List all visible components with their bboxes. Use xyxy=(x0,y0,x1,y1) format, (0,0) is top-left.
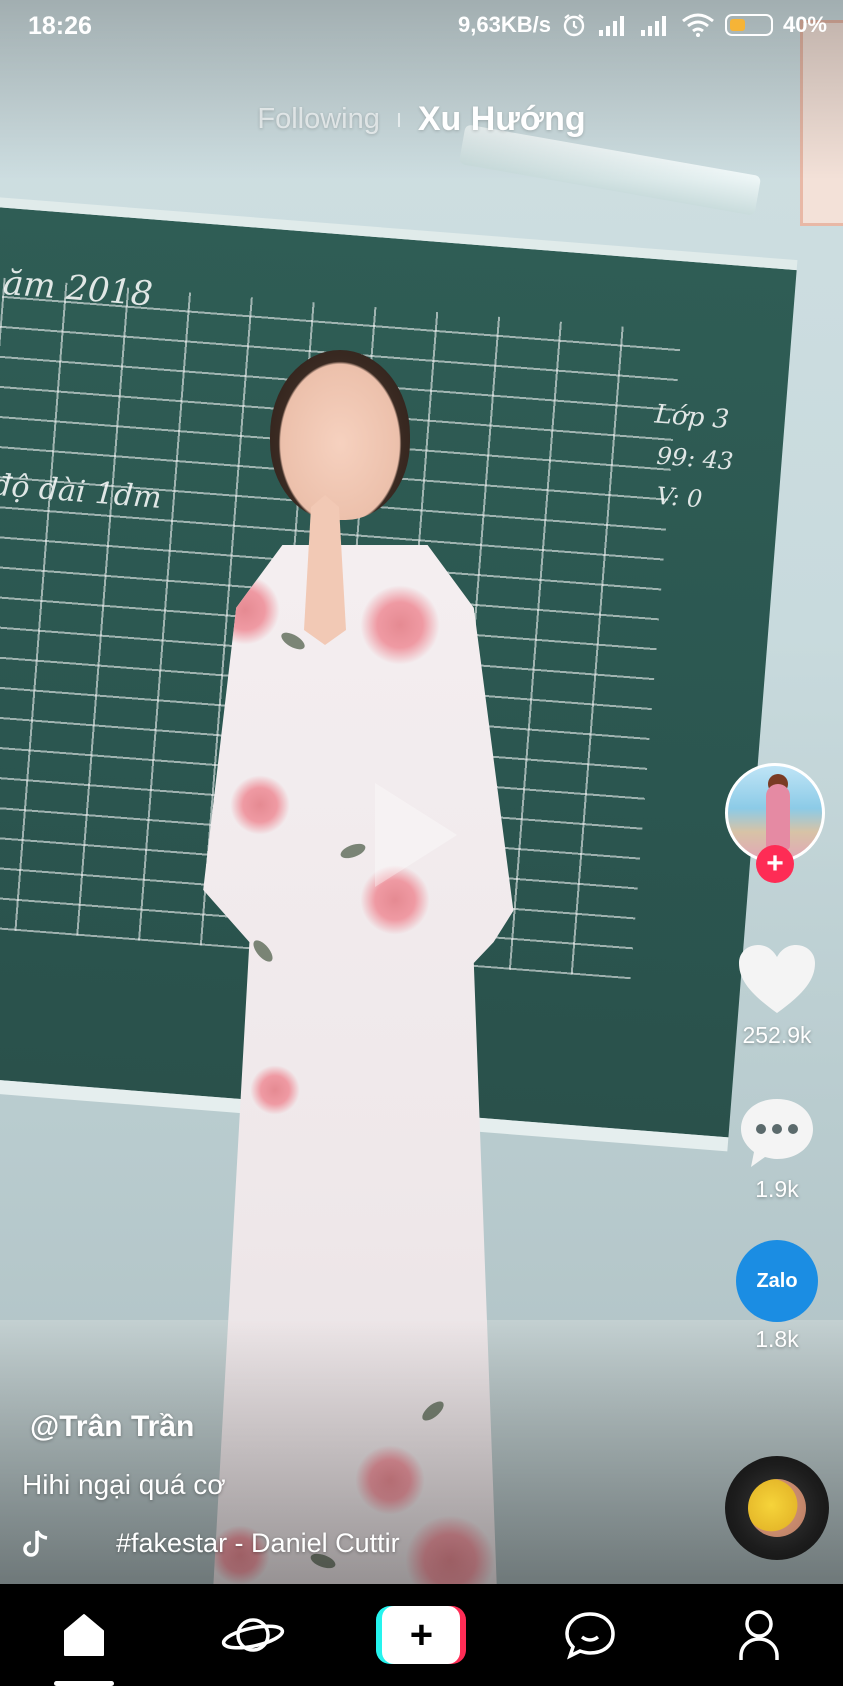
follow-plus-icon[interactable]: + xyxy=(756,845,794,883)
create-icon[interactable]: + xyxy=(376,1606,467,1664)
tab-trending[interactable]: Xu Hướng xyxy=(400,100,604,139)
disc-art xyxy=(748,1479,806,1537)
battery-percent: 40% xyxy=(782,12,827,37)
wifi-icon xyxy=(682,13,714,37)
nav-inbox[interactable] xyxy=(540,1595,640,1675)
video-player[interactable]: ăm 2018 độ dài 1dm Lớp 3 99: 43 V: 0 xyxy=(0,0,843,1584)
video-caption: Hihi ngại quá cơ xyxy=(22,1469,226,1500)
music-note-icon xyxy=(23,1529,48,1557)
music-disc[interactable] xyxy=(725,1456,829,1560)
tab-following[interactable]: Following xyxy=(239,103,398,136)
comment-icon[interactable] xyxy=(737,1095,817,1171)
chalk-text: Lớp 3 xyxy=(653,399,731,436)
signal-icon xyxy=(598,16,624,36)
status-time: 18:26 xyxy=(28,12,92,40)
battery-icon xyxy=(724,14,773,36)
heart-icon[interactable] xyxy=(737,943,817,1015)
share-action: Zalo 1.8k xyxy=(722,1240,832,1353)
zalo-share-icon[interactable]: Zalo xyxy=(736,1240,818,1322)
author-username[interactable]: @Trân Trần xyxy=(30,1410,194,1444)
profile-icon[interactable] xyxy=(737,1608,781,1662)
subject-head xyxy=(270,350,410,520)
alarm-icon xyxy=(563,14,585,37)
nav-discover[interactable] xyxy=(203,1595,303,1675)
like-action: 252.9k xyxy=(722,940,832,1049)
share-count: 1.8k xyxy=(755,1326,799,1352)
nav-home[interactable] xyxy=(34,1595,134,1675)
active-tab-indicator xyxy=(54,1681,114,1686)
nav-create[interactable]: + xyxy=(371,1595,471,1675)
play-icon xyxy=(375,783,457,887)
music-info[interactable]: #fakestar - Daniel Cuttir xyxy=(22,1528,400,1559)
author-avatar-group: + xyxy=(725,763,831,888)
music-title[interactable]: #fakestar - Daniel Cuttir xyxy=(116,1528,400,1559)
feed-tabs: Following Xu Hướng xyxy=(0,100,843,139)
status-bar: 18:26 9,63KB/s 40% xyxy=(0,0,843,52)
chalk-text: 99: 43 xyxy=(655,441,735,476)
signal-icon xyxy=(640,16,666,36)
like-count: 252.9k xyxy=(742,1022,812,1048)
bottom-nav: + xyxy=(0,1584,843,1686)
inbox-icon[interactable] xyxy=(563,1610,617,1660)
discover-icon[interactable] xyxy=(221,1611,285,1659)
comment-action: 1.9k xyxy=(722,1094,832,1203)
chalk-text: V: 0 xyxy=(655,481,704,514)
home-icon[interactable] xyxy=(61,1611,107,1659)
comment-count: 1.9k xyxy=(755,1176,799,1202)
nav-profile[interactable] xyxy=(709,1595,809,1675)
network-speed: 9,63KB/s xyxy=(458,12,551,37)
